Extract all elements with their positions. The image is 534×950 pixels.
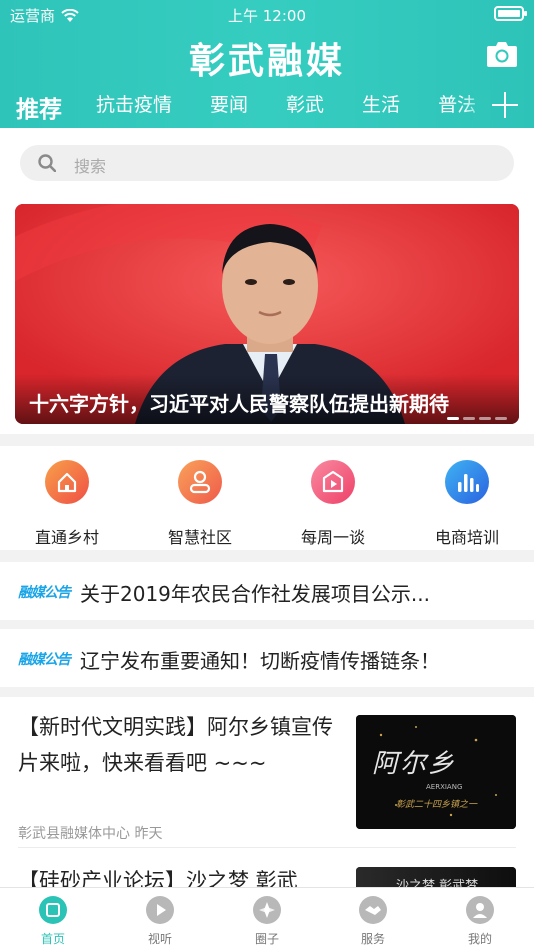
status-time: 上午 12:00 xyxy=(228,7,306,25)
tabbar-circle[interactable]: 圈子 xyxy=(227,896,307,947)
quick-link-label: 电商培训 xyxy=(434,528,499,547)
quick-link-weekly-talk[interactable]: 每周一谈 xyxy=(283,460,383,548)
thumbnail-tag: 彰武二十四乡镇之一 xyxy=(396,800,478,810)
banner-carousel[interactable]: 十六字方针，习近平对人民警察队伍提出新期待 xyxy=(15,204,519,424)
home-icon xyxy=(45,460,89,504)
tabs-fade xyxy=(462,90,490,120)
status-bar: 运营商 上午 12:00 xyxy=(0,0,534,28)
tab-life[interactable]: 生活 xyxy=(362,90,400,117)
article-thumbnail: 沙之梦 彰武梦 xyxy=(356,867,516,887)
tabbar-label: 服务 xyxy=(360,932,385,946)
carousel-dot xyxy=(463,417,475,420)
thumbnail-title: 沙之梦 彰武梦 xyxy=(396,879,479,887)
article-time: 昨天 xyxy=(134,826,163,842)
battery-icon xyxy=(494,6,527,21)
quick-link-ecommerce[interactable]: 电商培训 xyxy=(417,460,517,548)
search-icon xyxy=(38,154,56,172)
notice-text: 辽宁发布重要通知！切断疫情传播链条！ xyxy=(80,649,440,673)
search-bar[interactable]: 搜索 xyxy=(20,145,514,181)
tabbar-mine[interactable]: 我的 xyxy=(440,896,520,947)
home-icon xyxy=(39,896,67,924)
bottom-tab-bar: 首页 视听 圈子 服务 我的 xyxy=(0,887,534,950)
notice-item[interactable]: 融媒公告 关于2019年农民合作社发展项目公示... xyxy=(0,562,534,620)
tab-recommend[interactable]: 推荐 xyxy=(16,90,62,124)
carousel-dot xyxy=(479,417,491,420)
tabbar-service[interactable]: 服务 xyxy=(333,896,413,947)
person-icon xyxy=(178,460,222,504)
article-meta: 彰武县融媒体中心 昨天 xyxy=(18,823,162,843)
play-icon xyxy=(146,896,174,924)
tabbar-home[interactable]: 首页 xyxy=(13,896,93,947)
bar-chart-icon xyxy=(445,460,489,504)
user-icon xyxy=(466,896,494,924)
carousel-indicator xyxy=(447,417,507,420)
quick-link-label: 每周一谈 xyxy=(300,528,365,547)
article-title: 【硅砂产业论坛】沙之梦 彰武 xyxy=(18,869,298,887)
search-placeholder: 搜索 xyxy=(74,157,107,176)
handshake-icon xyxy=(359,896,387,924)
compass-icon xyxy=(253,896,281,924)
tabbar-label: 圈子 xyxy=(254,932,279,946)
notice-tag: 融媒公告 xyxy=(18,585,71,601)
tabbar-label: 首页 xyxy=(40,932,65,946)
tab-zhangwu[interactable]: 彰武 xyxy=(286,90,324,117)
camera-icon[interactable] xyxy=(486,40,518,68)
article-list: 【新时代文明实践】阿尔乡镇宣传片来啦，快来看看吧 ~~~ 彰武县融媒体中心 昨天… xyxy=(0,697,534,887)
article-thumbnail: 阿尔乡 AERXIANG 彰武二十四乡镇之一 xyxy=(356,715,516,829)
carousel-dot xyxy=(495,417,507,420)
quick-links: 直通乡村 智慧社区 每周一谈 电商培训 xyxy=(0,446,534,550)
thumbnail-title: 阿尔乡 xyxy=(372,749,457,779)
top-header: 运营商 上午 12:00 彰武融媒 推荐 抗击疫情 要闻 彰武 生活 普法 xyxy=(0,0,534,128)
tab-fight-epidemic[interactable]: 抗击疫情 xyxy=(96,90,172,117)
notice-item[interactable]: 融媒公告 辽宁发布重要通知！切断疫情传播链条！ xyxy=(0,629,534,687)
add-channel-icon[interactable] xyxy=(492,92,518,118)
tabbar-label: 视听 xyxy=(147,932,172,946)
article-title: 【新时代文明实践】阿尔乡镇宣传片来啦，快来看看吧 ~~~ xyxy=(18,715,333,775)
article-item[interactable]: 【新时代文明实践】阿尔乡镇宣传片来啦，快来看看吧 ~~~ 彰武县融媒体中心 昨天… xyxy=(18,711,516,851)
tab-news[interactable]: 要闻 xyxy=(210,90,248,117)
banner-caption: 十六字方针，习近平对人民警察队伍提出新期待 xyxy=(29,392,449,416)
article-source: 彰武县融媒体中心 xyxy=(18,826,130,842)
notice-tag: 融媒公告 xyxy=(18,652,71,668)
quick-link-label: 智慧社区 xyxy=(167,528,232,547)
app-title: 彰武融媒 xyxy=(188,40,345,82)
thumbnail-subtitle: AERXIANG xyxy=(426,783,463,791)
article-item[interactable]: 【硅砂产业论坛】沙之梦 彰武 沙之梦 彰武梦 xyxy=(18,863,516,887)
tabbar-label: 我的 xyxy=(467,932,492,946)
carousel-dot xyxy=(447,417,459,420)
quick-link-village[interactable]: 直通乡村 xyxy=(17,460,117,548)
tabbar-media[interactable]: 视听 xyxy=(120,896,200,947)
article-divider xyxy=(18,847,516,848)
quick-link-community[interactable]: 智慧社区 xyxy=(150,460,250,548)
quick-link-label: 直通乡村 xyxy=(34,528,99,547)
channel-tabs: 推荐 抗击疫情 要闻 彰武 生活 普法 xyxy=(16,90,484,126)
notice-text: 关于2019年农民合作社发展项目公示... xyxy=(80,582,430,606)
play-icon xyxy=(311,460,355,504)
